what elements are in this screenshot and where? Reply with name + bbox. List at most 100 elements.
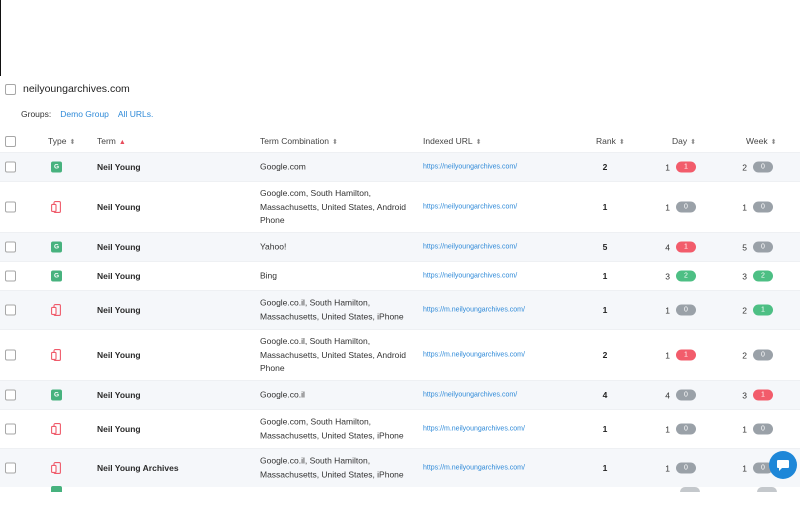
week-change-badge: 2: [753, 270, 773, 282]
term-combination-cell: Google.co.il: [260, 389, 305, 400]
column-term[interactable]: Term ▲: [97, 136, 126, 146]
groups-bar: Groups: Demo Group All URLs.: [21, 109, 153, 119]
day-change-badge: 0: [676, 389, 696, 401]
week-cell: 1 0: [739, 462, 773, 474]
rank-cell: 4: [602, 390, 608, 400]
table-row[interactable]: Neil Young Archives Google.co.il, South …: [0, 448, 800, 487]
mobile-device-icon: [51, 462, 61, 474]
row-checkbox[interactable]: [5, 349, 16, 361]
indexed-url-link[interactable]: https://neilyoungarchives.com/: [423, 164, 517, 171]
day-change-badge: 1: [676, 161, 696, 173]
sort-asc-icon: ▲: [118, 139, 126, 146]
type-cell: G: [51, 241, 62, 253]
indexed-url-link[interactable]: https://m.neilyoungarchives.com/: [423, 352, 525, 359]
type-cell: [51, 349, 62, 361]
week-rank: 1: [742, 424, 747, 434]
domain-checkbox[interactable]: [5, 83, 16, 95]
row-checkbox[interactable]: [5, 423, 16, 435]
week-cell: 2 0: [739, 161, 773, 173]
rank-cell: 2: [602, 350, 608, 360]
term-combination-cell: Google.co.il, South Hamilton, Massachuse…: [260, 335, 406, 373]
day-rank: 1: [665, 463, 670, 473]
google-search-icon: G: [51, 389, 62, 401]
week-cell: 5 0: [739, 241, 773, 253]
select-all-checkbox[interactable]: [5, 136, 16, 147]
week-rank: 1: [742, 463, 747, 473]
sort-icon: ⬍: [331, 139, 338, 146]
google-search-icon: G: [51, 241, 62, 253]
table-row[interactable]: G Neil Young Google.com https://neilyoun…: [0, 152, 800, 181]
term-cell: Neil Young: [97, 242, 141, 252]
group-link-all-urls[interactable]: All URLs.: [118, 109, 153, 119]
day-cell: 4 1: [662, 241, 696, 253]
day-change-badge: 0: [676, 423, 696, 435]
row-checkbox[interactable]: [5, 270, 16, 282]
mobile-device-icon: [51, 349, 61, 361]
sort-icon: ⬍: [618, 139, 625, 146]
google-search-icon: [51, 486, 62, 492]
sort-icon: ⬍: [69, 139, 76, 146]
column-term-combination[interactable]: Term Combination ⬍: [260, 136, 338, 146]
column-week[interactable]: Week ⬍: [746, 136, 776, 146]
table-row[interactable]: Neil Young Google.com, South Hamilton, M…: [0, 181, 800, 232]
week-change-badge: 1: [753, 389, 773, 401]
indexed-url-link[interactable]: https://neilyoungarchives.com/: [423, 244, 517, 251]
day-cell: 1 1: [662, 161, 696, 173]
term-combination-cell: Google.com, South Hamilton, Massachusett…: [260, 416, 404, 441]
indexed-url-link[interactable]: https://neilyoungarchives.com/: [423, 204, 517, 211]
term-cell: Neil Young: [97, 162, 141, 172]
day-rank: 3: [665, 271, 670, 281]
group-link-demo[interactable]: Demo Group: [60, 109, 109, 119]
row-checkbox[interactable]: [5, 462, 16, 474]
day-rank: 1: [665, 162, 670, 172]
week-cell: 2 1: [739, 304, 773, 316]
type-cell: [51, 304, 62, 316]
indexed-url-link[interactable]: https://m.neilyoungarchives.com/: [423, 465, 525, 472]
table-row[interactable]: Neil Young Google.co.il, South Hamilton,…: [0, 290, 800, 329]
indexed-url-link[interactable]: https://m.neilyoungarchives.com/: [423, 426, 525, 433]
sort-icon: ⬍: [770, 139, 777, 146]
rank-cell: 1: [602, 305, 608, 315]
rank-cell: 1: [602, 202, 608, 212]
table-row[interactable]: Neil Young Google.co.il, South Hamilton,…: [0, 329, 800, 380]
column-day[interactable]: Day ⬍: [672, 136, 696, 146]
type-cell: G: [51, 270, 62, 282]
column-indexed-url[interactable]: Indexed URL ⬍: [423, 136, 482, 146]
day-rank: 1: [665, 424, 670, 434]
mobile-device-icon: [51, 304, 61, 316]
column-rank[interactable]: Rank ⬍: [596, 136, 625, 146]
week-change-badge: 0: [753, 349, 773, 361]
row-checkbox[interactable]: [5, 201, 16, 213]
term-cell: Neil Young: [97, 305, 141, 315]
type-cell: [51, 423, 62, 435]
row-checkbox[interactable]: [5, 304, 16, 316]
week-cell: 1 0: [739, 423, 773, 435]
column-type[interactable]: Type ⬍: [48, 136, 75, 146]
term-cell: Neil Young: [97, 424, 141, 434]
week-change-badge: 0: [753, 161, 773, 173]
rank-cell: 1: [602, 271, 608, 281]
week-cell: 2 0: [739, 349, 773, 361]
table-row[interactable]: G Neil Young Yahoo! https://neilyoungarc…: [0, 232, 800, 261]
row-checkbox[interactable]: [5, 389, 16, 401]
table-row[interactable]: G Neil Young Bing https://neilyoungarchi…: [0, 261, 800, 290]
table-row[interactable]: G Neil Young Google.co.il https://neilyo…: [0, 380, 800, 409]
indexed-url-link[interactable]: https://m.neilyoungarchives.com/: [423, 307, 525, 314]
day-change-badge: 0: [676, 304, 696, 316]
week-cell: 3 2: [739, 270, 773, 282]
chat-button[interactable]: [769, 451, 797, 479]
week-rank: 5: [742, 242, 747, 252]
row-checkbox[interactable]: [5, 161, 16, 173]
day-rank: 4: [665, 390, 670, 400]
day-cell: 1 1: [662, 349, 696, 361]
week-rank: 2: [742, 305, 747, 315]
term-combination-cell: Google.co.il, South Hamilton, Massachuse…: [260, 297, 404, 322]
table-row[interactable]: Neil Young Google.com, South Hamilton, M…: [0, 409, 800, 448]
indexed-url-link[interactable]: https://neilyoungarchives.com/: [423, 392, 517, 399]
day-change-badge: 0: [676, 201, 696, 213]
row-checkbox[interactable]: [5, 241, 16, 253]
indexed-url-link[interactable]: https://neilyoungarchives.com/: [423, 273, 517, 280]
day-change-badge: 2: [676, 270, 696, 282]
week-rank: 2: [742, 350, 747, 360]
week-rank: 1: [742, 202, 747, 212]
